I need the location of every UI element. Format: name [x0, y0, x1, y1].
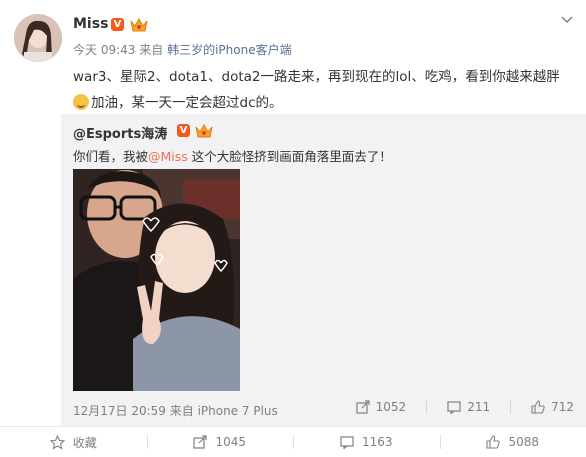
repost-actions: 1052 211 712: [336, 400, 574, 414]
share-icon: [193, 435, 207, 449]
post-text-line2-wrap: 加油，某一天一定会超过dc的。: [73, 90, 578, 116]
selfie-image: [73, 169, 240, 391]
share-count: 1045: [215, 435, 246, 449]
repost-share-button[interactable]: 1052: [356, 400, 407, 414]
comment-icon: [340, 435, 354, 449]
thumbs-up-icon: [531, 400, 545, 414]
like-count: 5088: [508, 435, 539, 449]
laugh-cry-emoji-icon: [73, 94, 89, 110]
repost-like-count: 712: [551, 400, 574, 414]
repost-share-count: 1052: [376, 400, 407, 414]
post-from-label: 来自: [139, 43, 163, 57]
like-button[interactable]: 5088: [440, 427, 586, 457]
mention-link[interactable]: @Miss: [148, 149, 188, 164]
repost-like-button[interactable]: 712: [531, 400, 574, 414]
share-icon: [356, 400, 370, 414]
star-icon: [50, 435, 65, 450]
post-source[interactable]: 韩三岁的iPhone客户端: [167, 43, 292, 57]
repost-text-before: 你们看，我被: [73, 149, 148, 164]
repost-text: 你们看，我被@Miss 这个大脸怪挤到画面角落里面去了！: [73, 146, 392, 165]
repost-card: @Esports海涛 V 你们看，我被@Miss 这个大脸怪挤到画面角落里面去了…: [61, 114, 586, 426]
repost-crown-icon[interactable]: [195, 123, 213, 139]
avatar-photo: [14, 14, 62, 62]
favorite-label: 收藏: [73, 434, 97, 451]
repost-photo[interactable]: [73, 169, 240, 391]
action-bar: 收藏 1045 1163 5088: [0, 426, 586, 457]
post-text-line2: 加油，某一天一定会超过dc的。: [91, 95, 283, 111]
avatar[interactable]: [14, 14, 62, 62]
chevron-down-icon[interactable]: [561, 16, 573, 24]
thumbs-up-icon: [486, 435, 500, 449]
repost-comment-button[interactable]: 211: [447, 400, 490, 414]
comment-button[interactable]: 1163: [293, 427, 440, 457]
divider: [510, 400, 511, 414]
member-crown-icon[interactable]: [130, 17, 148, 33]
post-text-line1: war3、星际2、dota1、dota2一路走来，再到现在的lol、吃鸡，看到你…: [73, 64, 578, 90]
post-meta: 今天 09:43 来自 韩三岁的iPhone客户端: [73, 41, 292, 58]
repost-meta[interactable]: 12月17日 20:59 来自 iPhone 7 Plus: [73, 402, 278, 419]
share-button[interactable]: 1045: [147, 427, 294, 457]
comment-count: 1163: [362, 435, 393, 449]
post-time[interactable]: 今天 09:43: [73, 43, 135, 57]
repost-text-after: 这个大脸怪挤到画面角落里面去了！: [188, 149, 392, 164]
divider: [426, 400, 427, 414]
favorite-button[interactable]: 收藏: [0, 427, 147, 457]
post-text: war3、星际2、dota1、dota2一路走来，再到现在的lol、吃鸡，看到你…: [73, 64, 578, 116]
repost-verified-badge-icon: V: [177, 124, 190, 137]
repost-comment-count: 211: [467, 400, 490, 414]
username[interactable]: Miss: [73, 16, 108, 32]
verified-badge-icon: V: [111, 18, 124, 31]
repost-username[interactable]: @Esports海涛: [73, 123, 167, 142]
comment-icon: [447, 400, 461, 414]
